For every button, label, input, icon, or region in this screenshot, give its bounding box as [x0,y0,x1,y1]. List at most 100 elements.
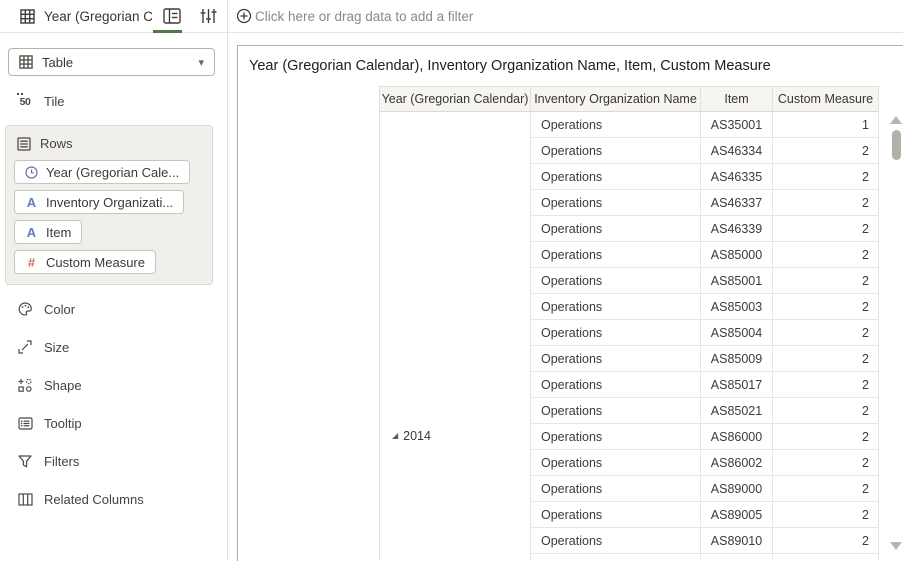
table-cell-org[interactable]: Operations [531,528,701,554]
table-cell-item[interactable]: AS85003 [701,294,773,320]
table-cell-item[interactable]: AS85009 [701,346,773,372]
year-group-label: 2014 [403,429,431,443]
table-cell-org[interactable]: Operations [531,320,701,346]
pill-item[interactable]: A Item [14,220,83,244]
table-cell-item[interactable]: AS89010 [701,528,773,554]
table-cell-val[interactable]: 2 [773,476,879,502]
table-cell-val[interactable]: 2 [773,528,879,554]
table-cell-org[interactable]: Operations [531,502,701,528]
table-cell-val[interactable]: 2 [773,320,879,346]
year-group[interactable]: ◢ 2014 [392,428,431,444]
grammar-drop-targets: Color Size Shape Tooltip Filters Related… [0,290,227,518]
table-cell-org[interactable]: Operations [531,398,701,424]
table-cell-item[interactable]: AS46334 [701,138,773,164]
column-header-measure[interactable]: Custom Measure [773,86,879,112]
scrollbar-thumb[interactable] [892,130,901,160]
table-cell-org[interactable]: Operations [531,424,701,450]
table-cell-item[interactable]: AS85000 [701,242,773,268]
table-cell-val[interactable]: 2 [773,268,879,294]
menu-label: Shape [44,377,82,393]
collapse-triangle-icon[interactable]: ◢ [392,428,398,444]
canvas-area: Year (Gregorian Calendar), Inventory Org… [229,33,903,561]
table-cell-org[interactable]: Operations [531,268,701,294]
tile-drop-target[interactable]: 50 Tile [17,92,227,109]
partial-row-cell [531,554,701,561]
table-cell-item[interactable]: AS46337 [701,190,773,216]
color-palette-icon [17,302,33,316]
filter-prompt[interactable]: Click here or drag data to add a filter [255,9,473,24]
rows-header: Rows [17,136,204,151]
table-cell-val[interactable]: 2 [773,138,879,164]
pill-custom-measure[interactable]: # Custom Measure [14,250,156,274]
scrollbar-down-arrow[interactable] [890,542,902,550]
table-cell-val[interactable]: 2 [773,372,879,398]
table-cell-val[interactable]: 2 [773,450,879,476]
pill-year[interactable]: Year (Gregorian Cale... [14,160,191,184]
table-cell-org[interactable]: Operations [531,476,701,502]
table-cell-item[interactable]: AS89005 [701,502,773,528]
color-drop-target[interactable]: Color [0,290,227,328]
related-columns-drop-target[interactable]: Related Columns [0,480,227,518]
table-cell-val[interactable]: 2 [773,346,879,372]
table-cell-val[interactable]: 2 [773,242,879,268]
tooltip-drop-target[interactable]: Tooltip [0,404,227,442]
table-cell-item[interactable]: AS86000 [701,424,773,450]
table-cell-org[interactable]: Operations [531,450,701,476]
table-cell-org[interactable]: Operations [531,216,701,242]
size-drop-target[interactable]: Size [0,328,227,366]
visualization-tab-title[interactable]: Year (Gregorian Cal... [44,9,152,24]
column-header-year[interactable]: Year (Gregorian Calendar) [379,86,531,112]
table-cell-val[interactable]: 2 [773,398,879,424]
pill-inventory-organization[interactable]: A Inventory Organizati... [14,190,185,214]
table-cell-org[interactable]: Operations [531,138,701,164]
top-bar: Year (Gregorian Cal... Click here or dra… [0,0,903,33]
table-cell-org[interactable]: Operations [531,164,701,190]
table-cell-item[interactable]: AS85001 [701,268,773,294]
menu-label: Color [44,301,76,317]
table-cell-org[interactable]: Operations [531,112,701,138]
scrollbar-up-arrow[interactable] [890,116,902,124]
filters-drop-target[interactable]: Filters [0,442,227,480]
column-header-item[interactable]: Item [701,86,773,112]
shape-drop-target[interactable]: Shape [0,366,227,404]
menu-label: Filters [44,453,80,469]
workbook-header: Year (Gregorian Cal... [0,0,228,33]
table-cell-item[interactable]: AS46335 [701,164,773,190]
table-cell-val[interactable]: 1 [773,112,879,138]
menu-label: Tooltip [44,415,82,431]
visualization-type-select[interactable]: Table ▾ [8,48,215,76]
table-cell-org[interactable]: Operations [531,190,701,216]
properties-sliders-icon[interactable] [200,8,217,24]
table-cell-item[interactable]: AS46339 [701,216,773,242]
table-cell-val[interactable]: 2 [773,216,879,242]
filter-bar[interactable]: Click here or drag data to add a filter [228,0,903,32]
table-grid-icon [20,8,35,24]
tile-label: Tile [44,94,65,109]
table-cell-val[interactable]: 2 [773,424,879,450]
visualization-title: Year (Gregorian Calendar), Inventory Org… [249,58,771,74]
table-cell-item[interactable]: AS85021 [701,398,773,424]
grammar-panel-icon[interactable] [163,8,181,24]
column-header-org[interactable]: Inventory Organization Name [531,86,701,112]
table-cell-val[interactable]: 2 [773,190,879,216]
table-cell-org[interactable]: Operations [531,294,701,320]
year-group-cell: ◢ 2014 [379,112,531,561]
table-cell-item[interactable]: AS85004 [701,320,773,346]
table-cell-item[interactable]: AS35001 [701,112,773,138]
table-cell-org[interactable]: Operations [531,346,701,372]
table-cell-org[interactable]: Operations [531,372,701,398]
table-cell-item[interactable]: AS89000 [701,476,773,502]
table-cell-val[interactable]: 2 [773,294,879,320]
add-filter-icon[interactable] [236,8,252,24]
table-cell-val[interactable]: 2 [773,164,879,190]
visualization-type-value: Table [42,54,74,70]
table-cell-val[interactable]: 2 [773,502,879,528]
table-cell-org[interactable]: Operations [531,242,701,268]
tooltip-icon [17,416,33,430]
data-table: Year (Gregorian Calendar) Inventory Orga… [379,86,879,561]
pill-label: Inventory Organizati... [46,194,174,210]
table-cell-item[interactable]: AS85017 [701,372,773,398]
table-cell-item[interactable]: AS86002 [701,450,773,476]
attribute-icon: A [26,224,37,240]
table-visualization[interactable]: Year (Gregorian Calendar), Inventory Org… [237,45,903,561]
